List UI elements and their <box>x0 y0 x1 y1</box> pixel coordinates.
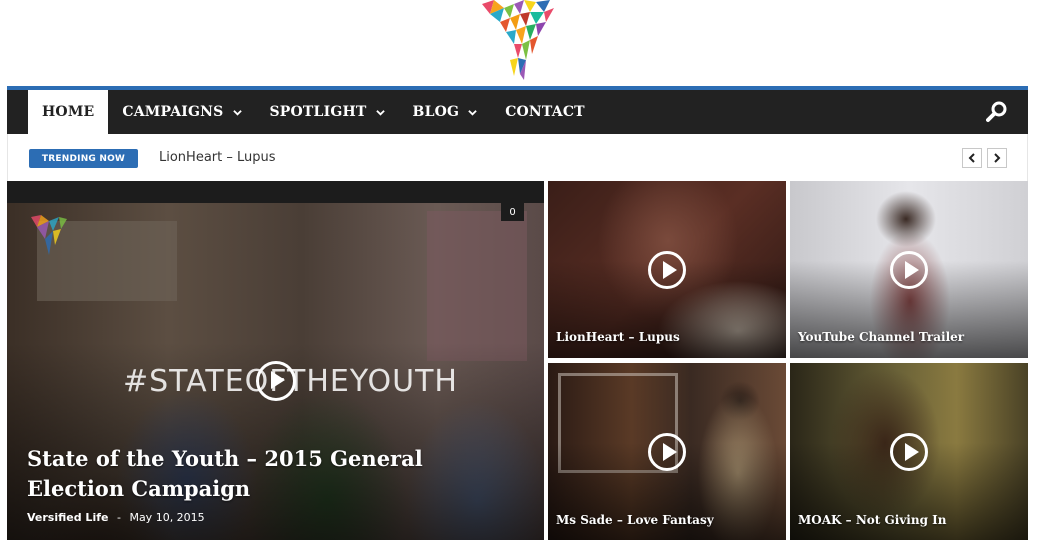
chevron-down-icon <box>232 109 242 116</box>
nav-item-home[interactable]: HOME <box>28 90 109 134</box>
nav-item-label: CAMPAIGNS <box>122 104 224 120</box>
search-icon[interactable] <box>986 101 1008 123</box>
chevron-right-icon <box>994 153 1001 163</box>
post-date: May 10, 2015 <box>129 511 205 524</box>
post-tile-title[interactable]: LionHeart – Lupus <box>556 330 680 344</box>
play-icon[interactable] <box>890 251 928 289</box>
post-tile[interactable]: Ms Sade – Love Fantasy <box>548 363 786 540</box>
trending-badge: TRENDING NOW <box>29 149 138 168</box>
comment-count-badge[interactable]: 0 <box>501 203 524 221</box>
trending-bar: TRENDING NOW LionHeart – Lupus <box>7 134 1028 181</box>
featured-post[interactable]: #STATEOFTHEYOUTH 0 State of the Youth – … <box>7 181 544 540</box>
post-tile[interactable]: LionHeart – Lupus <box>548 181 786 358</box>
meta-separator: - <box>116 511 121 524</box>
post-tile[interactable]: MOAK – Not Giving In <box>790 363 1028 540</box>
nav-item-label: HOME <box>42 104 95 120</box>
main-navigation: HOME CAMPAIGNS SPOTLIGHT BLOG CONTACT <box>7 86 1028 134</box>
nav-menu: HOME CAMPAIGNS SPOTLIGHT BLOG CONTACT <box>28 90 599 134</box>
play-icon[interactable] <box>648 433 686 471</box>
nav-item-label: CONTACT <box>505 104 585 120</box>
nav-item-spotlight[interactable]: SPOTLIGHT <box>256 90 399 134</box>
nav-item-label: SPOTLIGHT <box>269 104 367 120</box>
post-author[interactable]: Versified Life <box>27 511 108 524</box>
trending-next-button[interactable] <box>987 148 1007 168</box>
versified-watermark-logo <box>31 215 67 255</box>
trending-prev-button[interactable] <box>962 148 982 168</box>
post-tile-title[interactable]: MOAK – Not Giving In <box>798 513 947 527</box>
post-tile-title[interactable]: Ms Sade – Love Fantasy <box>556 513 714 527</box>
play-icon[interactable] <box>256 361 296 401</box>
nav-item-label: BLOG <box>412 104 460 120</box>
trending-post-link[interactable]: LionHeart – Lupus <box>159 150 276 165</box>
featured-post-title[interactable]: State of the Youth – 2015 General Electi… <box>27 444 507 504</box>
chevron-down-icon <box>468 109 477 116</box>
post-tile[interactable]: YouTube Channel Trailer <box>790 181 1028 358</box>
post-meta: Versified Life - May 10, 2015 <box>27 511 205 524</box>
site-logo[interactable] <box>480 0 556 82</box>
play-icon[interactable] <box>890 433 928 471</box>
nav-item-contact[interactable]: CONTACT <box>491 90 599 134</box>
play-icon[interactable] <box>648 251 686 289</box>
chevron-down-icon <box>375 109 385 116</box>
nav-item-campaigns[interactable]: CAMPAIGNS <box>108 90 255 134</box>
nav-item-blog[interactable]: BLOG <box>399 90 492 134</box>
post-tile-title[interactable]: YouTube Channel Trailer <box>798 330 964 344</box>
chevron-left-icon <box>968 153 975 163</box>
